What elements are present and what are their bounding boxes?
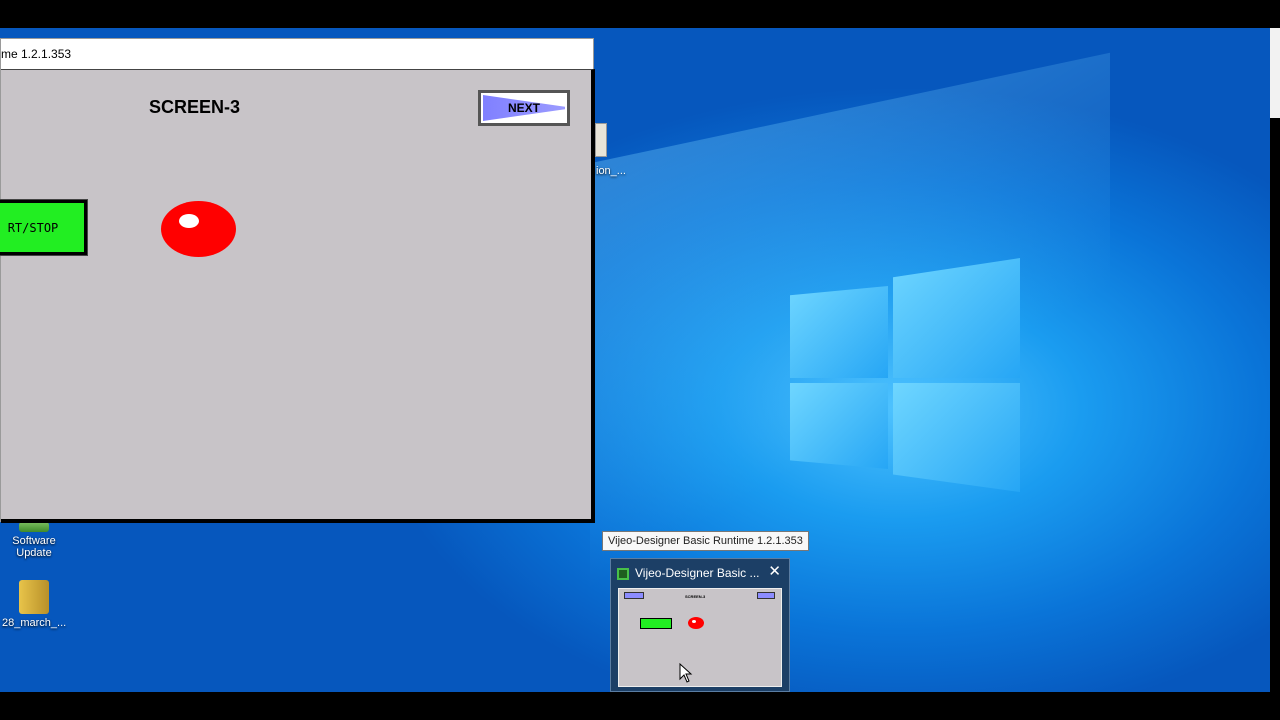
thumb-next-button: [757, 592, 775, 599]
desktop-icon-28-march[interactable]: 28_march_...: [2, 580, 66, 629]
hmi-screen: SCREEN-3 NEXT RT/STOP: [0, 69, 595, 523]
thumb-start-stop-button: [640, 618, 672, 629]
preview-title-text: Vijeo-Designer Basic ...: [635, 566, 760, 580]
desktop-icon-label: Update: [16, 547, 52, 559]
desktop-icon-label: 28_march_...: [2, 617, 67, 629]
vijeo-app-icon: [617, 567, 629, 580]
thumb-indicator-lamp: [688, 617, 704, 629]
preview-title: Vijeo-Designer Basic ...: [617, 564, 760, 582]
desktop-icon-label: Software: [12, 535, 56, 547]
thumb-screen-title: SCREEN-3: [685, 594, 706, 599]
desktop-icon-label: ion_...: [596, 165, 626, 177]
screen-title: SCREEN-3: [149, 97, 241, 117]
archive-file-icon: [19, 580, 49, 614]
mouse-cursor-icon: [679, 663, 693, 683]
update-icon: [19, 522, 49, 532]
start-stop-button[interactable]: RT/STOP: [0, 199, 88, 256]
desktop-icon-software-update[interactable]: Software Update: [4, 522, 64, 559]
indicator-lamp: [161, 201, 236, 257]
runtime-window: me 1.2.1.353 SCREEN-3 NEXT RT/STOP: [0, 38, 595, 523]
taskbar-thumbnail-preview[interactable]: Vijeo-Designer Basic ... ✕ SCREEN-3: [610, 558, 790, 692]
scrollbar-track[interactable]: [1270, 28, 1280, 692]
taskbar-tooltip: Vijeo-Designer Basic Runtime 1.2.1.353: [602, 531, 809, 551]
window-title: me 1.2.1.353: [1, 39, 593, 69]
next-button-label: NEXT: [507, 101, 540, 115]
close-icon[interactable]: ✕: [768, 563, 781, 581]
preview-thumbnail[interactable]: SCREEN-3: [618, 588, 782, 687]
next-button[interactable]: NEXT: [478, 90, 570, 126]
desktop-file-icon[interactable]: [595, 123, 607, 157]
thumb-button: [624, 592, 644, 599]
windows-logo: [790, 258, 1020, 492]
scrollbar-thumb[interactable]: [1270, 28, 1280, 118]
lamp-highlight: [179, 214, 199, 228]
